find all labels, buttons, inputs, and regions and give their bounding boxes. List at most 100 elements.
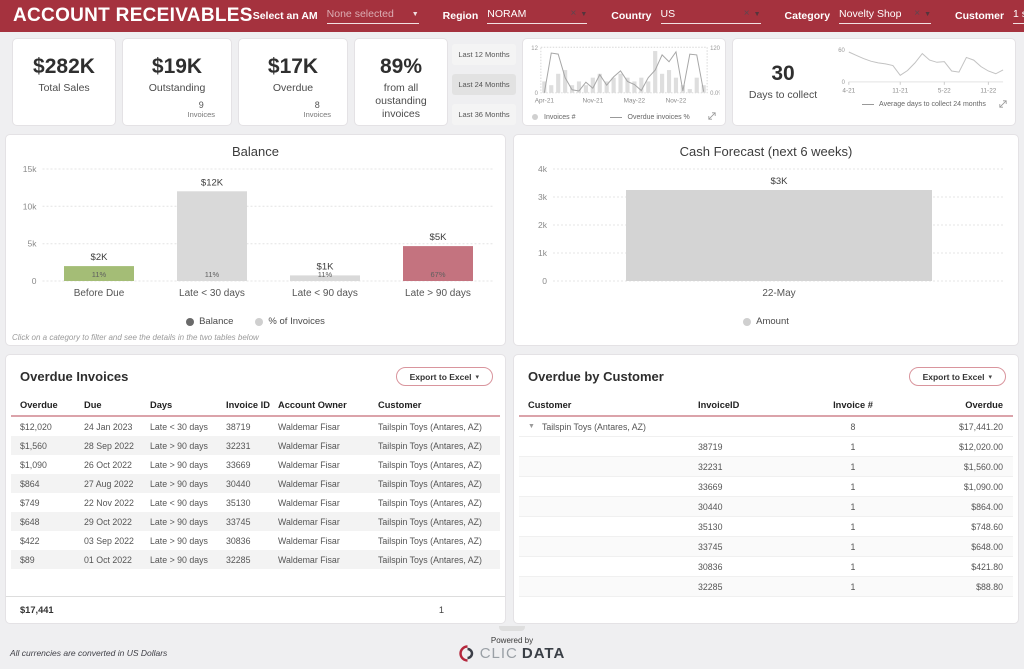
chevron-down-icon: ▾ (988, 373, 992, 381)
line-legend-marker (862, 104, 874, 105)
outstanding-label: Outstanding (145, 82, 210, 95)
balance-chart-title: Balance (6, 135, 505, 159)
dropdown-caret-icon[interactable]: ▼ (412, 11, 419, 18)
svg-text:11-22: 11-22 (980, 88, 996, 95)
period-button-last-24-months[interactable]: Last 24 Months (452, 74, 516, 95)
invoice-detail-row: 32285 1 $88.80 (519, 577, 1013, 597)
table-header-row: CustomerInvoiceIDInvoice #Overdue (519, 394, 1013, 417)
filter-label: Country (611, 10, 651, 22)
svg-text:0.0%: 0.0% (710, 91, 720, 97)
clear-filter-icon[interactable]: × (744, 9, 750, 19)
legend-label: Overdue invoices % (628, 114, 690, 121)
overdue-total: $17,441 (20, 605, 84, 615)
invoice-detail-row: 32231 1 $1,560.00 (519, 457, 1013, 477)
clear-filter-icon[interactable]: × (914, 9, 920, 19)
page-title: ACCOUNT RECEIVABLES (0, 5, 253, 27)
total-sales-label: Total Sales (34, 82, 93, 95)
currency-note: All currencies are converted in US Dolla… (10, 648, 167, 658)
filter-bar: Select an AM None selected ▼ Region NORA… (253, 8, 1024, 24)
bar-22-may (626, 190, 932, 281)
invoices-history-legend: Invoices # Overdue invoices % (528, 112, 720, 122)
svg-text:$5K: $5K (430, 232, 448, 243)
column-header-days: Days (150, 400, 226, 410)
period-button-last-36-months[interactable]: Last 36 Months (452, 104, 516, 125)
kpi-total-sales: $282K Total Sales (12, 38, 116, 126)
days-to-collect-legend: Average days to collect 24 months (833, 101, 1015, 108)
svg-text:120.0%: 120.0% (710, 46, 720, 52)
svg-text:67%: 67% (430, 270, 445, 279)
customer-group-row: ▼Tailspin Toys (Antares, AZ) 8 $17,441.2… (519, 417, 1013, 437)
chevron-down-icon: ▾ (475, 373, 479, 381)
filter-customer: Customer 1 selected ×▼ (955, 8, 1024, 24)
filter-value: None selected (327, 8, 394, 20)
svg-text:4k: 4k (538, 164, 548, 174)
filter-dropdown[interactable]: None selected ▼ (327, 8, 419, 24)
overdue-invoices-card: Overdue Invoices Export to Excel ▾ Overd… (5, 354, 506, 624)
invoice-detail-row: 38719 1 $12,020.00 (519, 437, 1013, 457)
svg-text:11%: 11% (92, 270, 107, 279)
column-header-due: Due (84, 400, 150, 410)
svg-text:11%: 11% (318, 270, 333, 279)
overdue-value: $17K (268, 55, 318, 79)
invoices-history-svg: 120120.0%0.0%Apr-21Nov-21May-22Nov-22 (528, 43, 720, 106)
export-to-excel-button[interactable]: Export to Excel ▾ (396, 367, 493, 386)
svg-text:2k: 2k (538, 220, 548, 230)
filter-dropdown[interactable]: NORAM × ▼ (487, 8, 587, 24)
balance-chart-legend: Balance % of Invoices (6, 316, 505, 327)
expand-icon[interactable] (999, 100, 1007, 110)
svg-text:Apr-21: Apr-21 (535, 98, 555, 105)
column-header-customer: Customer (528, 400, 698, 410)
table-row: $1,09026 Oct 2022Late > 90 days33669Wald… (11, 455, 500, 474)
invoice-detail-row: 30836 1 $421.80 (519, 557, 1013, 577)
legend-item-amount: Amount (743, 316, 789, 327)
overdue-by-customer-card: Overdue by Customer Export to Excel ▾ Cu… (513, 354, 1019, 624)
filter-category: Category Novelty Shop ×▼ (785, 8, 932, 24)
expand-caret-icon[interactable]: ▼ (528, 423, 535, 430)
days-to-collect-chart: 6004-2111-215-2211-22 (833, 44, 1015, 101)
balance-chart-card: Balance 05k10k15k$2K11%Before Due$12K11%… (5, 134, 506, 346)
invoice-detail-row: 30440 1 $864.00 (519, 497, 1013, 517)
expand-icon[interactable] (708, 112, 716, 122)
dropdown-caret-icon[interactable]: ▼ (924, 11, 931, 18)
table-row: $12,02024 Jan 2023Late < 30 days38719Wal… (11, 417, 500, 436)
clear-filter-icon[interactable]: × (570, 9, 576, 19)
cash-forecast-card: Cash Forecast (next 6 weeks) 01k2k3k4k$3… (513, 134, 1019, 346)
overdue-by-customer-title: Overdue by Customer (528, 369, 664, 384)
svg-text:$3K: $3K (771, 176, 789, 187)
svg-text:5k: 5k (28, 239, 38, 249)
svg-text:$2K: $2K (91, 252, 109, 263)
svg-text:0: 0 (32, 276, 37, 286)
period-button-last-12-months[interactable]: Last 12 Months (452, 44, 516, 65)
svg-text:11-21: 11-21 (892, 88, 908, 95)
period-button-group: Last 12 Months Last 24 Months Last 36 Mont… (452, 44, 516, 125)
overdue-invoices-table: OverdueDueDaysInvoice IDAccount OwnerCus… (11, 394, 500, 569)
outstanding-invoice-count: 9 Invoices (187, 100, 215, 119)
filter-dropdown[interactable]: Novelty Shop ×▼ (839, 8, 931, 24)
filter-dropdown[interactable]: US ×▼ (661, 8, 761, 24)
export-to-excel-button[interactable]: Export to Excel ▾ (909, 367, 1006, 386)
overdue-invoices-footer: $17,441 1 (6, 596, 505, 623)
dropdown-caret-icon[interactable]: ▼ (754, 11, 761, 18)
invoices-history-chart: 120120.0%0.0%Apr-21Nov-21May-22Nov-22 (528, 43, 720, 111)
days-to-collect-svg: 6004-2111-215-2211-22 (833, 44, 1009, 96)
svg-text:Before Due: Before Due (74, 288, 125, 299)
days-to-collect-label: Days to collect (745, 89, 821, 102)
overdue-label: Overdue (269, 82, 317, 95)
clicdata-logo-icon (459, 645, 476, 662)
filter-dropdown[interactable]: 1 selected ×▼ (1013, 8, 1024, 24)
filter-value: NORAM (487, 8, 526, 20)
svg-text:0: 0 (535, 91, 539, 97)
kpi-outstanding: $19K Outstanding 9 Invoices (122, 38, 232, 126)
column-header-invoiceid: InvoiceID (698, 400, 798, 410)
bar-late-30-days[interactable] (177, 191, 247, 281)
overdue-invoices-title: Overdue Invoices (20, 369, 128, 384)
filter-label: Customer (955, 10, 1004, 22)
cash-forecast-title: Cash Forecast (next 6 weeks) (514, 135, 1018, 159)
svg-text:Late < 90 days: Late < 90 days (292, 288, 358, 299)
legend-item-of-invoices: % of Invoices (255, 316, 325, 327)
legend-marker (743, 318, 751, 326)
column-header-account-owner: Account Owner (278, 400, 378, 410)
kpi-overdue: $17K Overdue 8 Invoices (238, 38, 348, 126)
dropdown-caret-icon[interactable]: ▼ (580, 11, 587, 18)
legend-marker (186, 318, 194, 326)
